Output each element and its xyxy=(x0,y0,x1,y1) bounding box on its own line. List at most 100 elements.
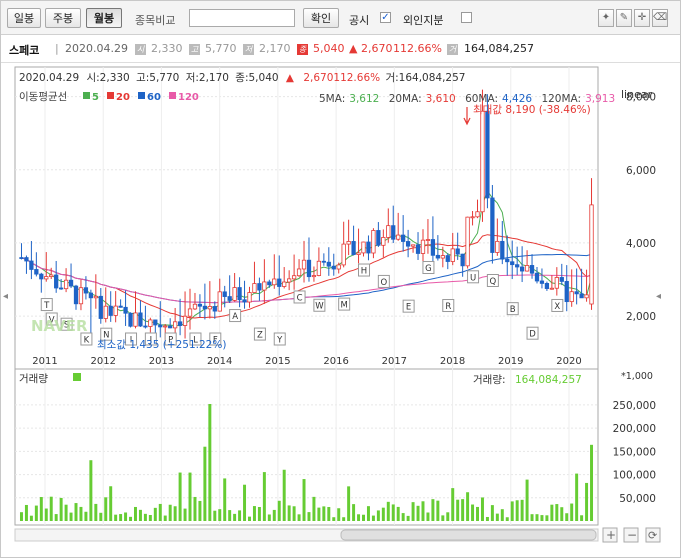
candle-body xyxy=(163,325,168,328)
confirm-button[interactable]: 확인 xyxy=(303,8,339,28)
ma-legend-title: 이동평균선 xyxy=(19,91,67,103)
volume-bar xyxy=(466,492,470,521)
volume-bar xyxy=(173,506,177,521)
volume-bar xyxy=(143,513,147,521)
volume-bar xyxy=(109,486,113,521)
ma-legend-label: 120 xyxy=(178,92,199,103)
disclosure-marker-letter: W xyxy=(315,302,324,312)
volume-bar xyxy=(292,506,296,521)
bulb-icon[interactable]: ✦ xyxy=(598,9,614,27)
candle-body xyxy=(450,248,455,262)
volume-bar xyxy=(357,514,361,521)
candle-body xyxy=(381,237,386,246)
time-tick-label: 2014 xyxy=(207,356,232,367)
candle-body xyxy=(445,255,450,262)
volume-bar xyxy=(163,515,167,521)
volume-bar xyxy=(580,515,584,521)
volume-bar xyxy=(505,517,509,521)
candle-body xyxy=(217,291,222,312)
candle-body xyxy=(519,266,525,272)
volume-bar xyxy=(406,515,410,521)
chart-area[interactable]: TSKNIJPLFAZYCWMHOEGRUQBDXV 2,000 4,000 6,0… xyxy=(1,63,680,557)
candle-body xyxy=(212,306,217,312)
volume-tick-label: 50,000 xyxy=(619,493,656,505)
candle-body xyxy=(113,305,118,316)
daily-button[interactable]: 일봉 xyxy=(7,8,41,28)
volume-bar xyxy=(198,500,202,521)
volume-bar xyxy=(366,506,370,521)
volume-bar xyxy=(485,516,489,521)
volume-multiplier: *1,000 xyxy=(621,371,653,382)
candle-body xyxy=(78,287,84,305)
candle-body xyxy=(24,257,29,262)
volume-bar xyxy=(208,404,212,521)
volume-value-label: 거래량: xyxy=(473,374,506,386)
volume-bar xyxy=(362,514,365,521)
volume-bar xyxy=(525,479,529,521)
volume-bar xyxy=(252,506,256,521)
candle-body xyxy=(396,234,401,240)
info-low: 2,170 xyxy=(259,42,291,55)
candle-body xyxy=(34,269,39,275)
volume-bar xyxy=(530,514,534,521)
volume-bar xyxy=(396,506,400,521)
scrollbar-thumb[interactable] xyxy=(340,529,597,541)
volume-bar xyxy=(272,509,276,521)
volume-bar xyxy=(585,482,589,521)
candle-body xyxy=(569,291,574,303)
candle-body xyxy=(138,312,143,327)
candle-body xyxy=(287,278,292,283)
volume-bar xyxy=(178,472,182,521)
time-tick-label: 2013 xyxy=(149,356,174,367)
gongsi-checkbox[interactable]: ✓ xyxy=(380,12,391,23)
volume-bar xyxy=(421,501,425,521)
candle-body xyxy=(123,306,128,314)
scale-label[interactable]: linear xyxy=(621,88,653,101)
volume-bar xyxy=(490,505,494,521)
foreign-checkbox[interactable] xyxy=(461,12,472,23)
candle-body xyxy=(455,248,460,255)
volume-bar xyxy=(381,507,385,521)
weekly-button[interactable]: 주봉 xyxy=(45,8,81,28)
volume-bar xyxy=(99,512,103,521)
eraser-icon[interactable]: ⌫ xyxy=(652,9,668,27)
ma-legend-label: 5 xyxy=(92,92,99,103)
volume-bar xyxy=(451,488,455,521)
cursor-icon[interactable]: ✛ xyxy=(634,9,650,27)
candle-body xyxy=(73,285,79,305)
volume-title: 거래량 xyxy=(19,373,48,385)
volume-bar xyxy=(322,506,326,521)
chart-canvas[interactable]: TSK N I J P L FAZ YCW MHOEGRU QBDXV 2,0004,0006,0… xyxy=(1,63,680,557)
candle-body xyxy=(232,287,237,301)
candle-body xyxy=(391,225,396,240)
volume-bar xyxy=(560,507,564,521)
left-collapse-icon[interactable]: ◂ xyxy=(3,291,8,302)
volume-bar xyxy=(64,504,68,521)
disclosure-marker-letter: U xyxy=(470,273,476,283)
candle-body xyxy=(316,260,322,276)
candle-body xyxy=(440,255,445,259)
right-collapse-icon[interactable]: ◂ xyxy=(656,291,661,302)
candle-body xyxy=(505,258,510,263)
candle-body xyxy=(346,241,351,245)
info-close: 5,040 xyxy=(313,42,345,55)
candle-body xyxy=(262,281,267,291)
volume-bar xyxy=(49,496,53,521)
volume-bar xyxy=(153,507,157,521)
pen-icon[interactable]: ✎ xyxy=(616,9,632,27)
monthly-button[interactable]: 월봉 xyxy=(86,8,122,28)
candle-body xyxy=(366,241,371,254)
candle-body xyxy=(207,306,212,310)
candle-body xyxy=(549,287,555,290)
price-tick-label: 2,000 xyxy=(626,311,656,323)
volume-icon: 거 xyxy=(447,44,458,55)
volume-bar xyxy=(426,512,430,521)
volume-bar xyxy=(555,504,559,521)
volume-bar xyxy=(495,513,499,521)
min-annotation: 최소값 1,435 (+251.22%) xyxy=(97,339,226,351)
candle-body xyxy=(589,204,594,305)
volume-bar xyxy=(158,503,162,521)
volume-bar xyxy=(119,514,123,521)
candle-body xyxy=(19,257,24,259)
compare-input[interactable] xyxy=(189,9,295,27)
